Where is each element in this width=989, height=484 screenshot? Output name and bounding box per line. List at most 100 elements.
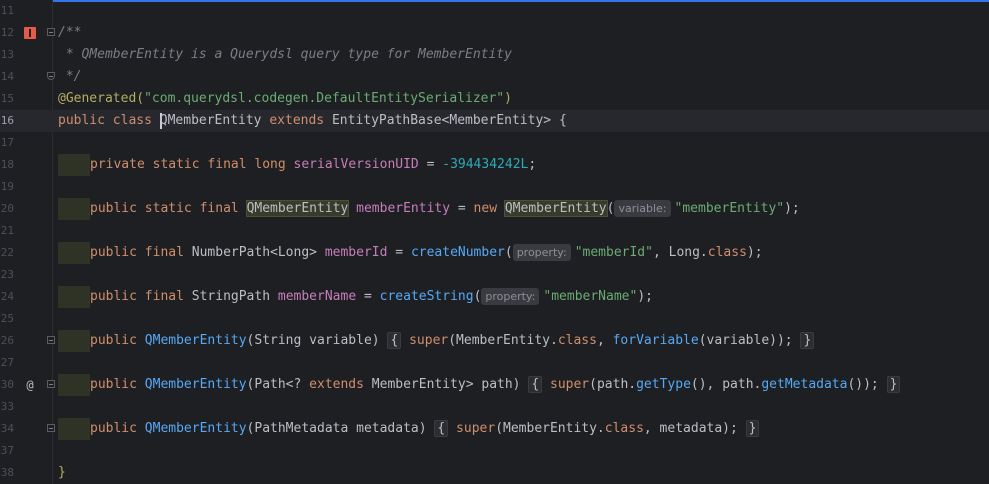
folded-close-brace[interactable]: } xyxy=(745,420,760,437)
field-name[interactable]: serialVersionUID xyxy=(294,157,419,172)
paren: ( xyxy=(606,201,615,216)
method-call[interactable]: createString xyxy=(380,289,474,304)
indent-guide xyxy=(58,374,90,396)
class-close-brace: } xyxy=(58,465,66,480)
keyword: private xyxy=(90,157,145,172)
code-line[interactable]: 15 @Generated("com.querydsl.codegen.Defa… xyxy=(0,88,989,110)
code-line[interactable]: 20 public static final QMemberEntity mem… xyxy=(0,198,989,220)
semicolon: ; xyxy=(528,157,537,172)
keyword: long xyxy=(254,157,286,172)
keyword: class xyxy=(707,245,747,260)
keyword: final xyxy=(144,289,184,304)
code-line[interactable]: 14 */ xyxy=(0,66,989,88)
code-line-current[interactable]: 16 public class QMemberEntity extends En… xyxy=(0,110,989,132)
method-call[interactable]: forVariable xyxy=(613,333,699,348)
type-name[interactable]: QMemberEntity xyxy=(245,200,350,217)
keyword: final xyxy=(144,245,184,260)
fold-marker-icon[interactable] xyxy=(47,380,55,388)
type-name[interactable]: NumberPath<Long> xyxy=(192,245,317,260)
line-number: 25 xyxy=(0,312,14,325)
code-line[interactable]: 34 public QMemberEntity(PathMetadata met… xyxy=(0,418,989,440)
code-line[interactable]: 24 public final StringPath memberName = … xyxy=(0,286,989,308)
constructor-name[interactable]: QMemberEntity xyxy=(145,377,247,392)
code-line[interactable]: 37 xyxy=(0,440,989,462)
string-literal: "com.querydsl.codegen.DefaultEntitySeria… xyxy=(144,91,505,106)
indent-guide xyxy=(58,242,90,264)
constructor-name[interactable]: QMemberEntity xyxy=(145,421,247,436)
constructor-call[interactable]: QMemberEntity xyxy=(503,200,608,217)
folded-open-brace[interactable]: { xyxy=(387,332,402,349)
type-name[interactable]: StringPath xyxy=(192,289,270,304)
line-number: 38 xyxy=(0,466,14,479)
indent-guide xyxy=(58,418,90,440)
number-literal: -394434242L xyxy=(442,157,529,172)
fold-marker-icon[interactable] xyxy=(47,28,55,36)
keyword: public xyxy=(90,201,137,216)
constructor-name[interactable]: QMemberEntity xyxy=(145,333,247,348)
code-line[interactable]: 21 xyxy=(0,220,989,242)
keyword: class xyxy=(604,421,644,436)
keyword: super xyxy=(409,333,449,348)
indent-guide xyxy=(58,330,90,352)
line-number: 30 xyxy=(0,378,14,391)
code-line[interactable]: 19 xyxy=(0,176,989,198)
line-number: 22 xyxy=(0,246,14,259)
line-number: 21 xyxy=(0,224,14,237)
parameter-hint: variable: xyxy=(614,200,671,217)
code-line[interactable]: 18 private static final long serialVersi… xyxy=(0,154,989,176)
code-line[interactable]: 13 * QMemberEntity is a Querydsl query t… xyxy=(0,44,989,66)
keyword: static xyxy=(144,201,192,216)
fold-marker-icon[interactable] xyxy=(47,424,55,432)
code-line[interactable]: 33 xyxy=(0,396,989,418)
keyword: new xyxy=(473,201,498,216)
code-line[interactable]: 12 /** xyxy=(0,22,989,44)
method-call[interactable]: getType xyxy=(636,377,691,392)
code-fragment: (MemberEntity. xyxy=(448,333,558,348)
open-brace: { xyxy=(558,113,567,128)
code-line[interactable]: 11 xyxy=(0,0,989,22)
code-line[interactable]: 17 xyxy=(0,132,989,154)
fold-marker-icon[interactable] xyxy=(47,72,55,80)
field-name[interactable]: memberId xyxy=(325,245,388,260)
code-line[interactable]: 27 xyxy=(0,352,989,374)
code-line[interactable]: 30 @ public QMemberEntity(Path<? extends… xyxy=(0,374,989,396)
code-fragment: (), path. xyxy=(690,377,762,392)
code-line[interactable]: 23 xyxy=(0,264,989,286)
superclass-name[interactable]: EntityPathBase<MemberEntity> xyxy=(332,113,551,128)
indent-guide xyxy=(58,154,90,176)
line-number: 11 xyxy=(0,4,14,17)
keyword: public xyxy=(90,245,137,260)
keyword: class xyxy=(112,113,152,128)
fold-marker-icon[interactable] xyxy=(47,336,55,344)
book-icon[interactable] xyxy=(24,27,36,39)
code-editor[interactable]: 11 12 /** 13 * QMemberEntity is a Queryd… xyxy=(0,0,989,484)
string-literal: "memberEntity" xyxy=(674,201,785,216)
code-line[interactable]: 38 } xyxy=(0,462,989,484)
line-number: 18 xyxy=(0,158,14,171)
keyword: super xyxy=(456,421,496,436)
field-name[interactable]: memberEntity xyxy=(356,201,450,216)
field-name[interactable]: memberName xyxy=(278,289,356,304)
override-at-icon[interactable]: @ xyxy=(22,374,38,396)
indent-guide xyxy=(58,198,90,220)
line-number: 19 xyxy=(0,180,14,193)
folded-close-brace[interactable]: } xyxy=(886,376,901,393)
folded-close-brace[interactable]: } xyxy=(800,332,815,349)
folded-open-brace[interactable]: { xyxy=(528,376,543,393)
code-line[interactable]: 26 public QMemberEntity(String variable)… xyxy=(0,330,989,352)
method-call[interactable]: getMetadata xyxy=(761,377,847,392)
line-number: 24 xyxy=(0,290,14,303)
doc-comment-close: */ xyxy=(58,69,82,84)
code-line[interactable]: 22 public final NumberPath<Long> memberI… xyxy=(0,242,989,264)
folded-open-brace[interactable]: { xyxy=(434,420,449,437)
code-fragment: , xyxy=(596,333,613,348)
class-name[interactable]: QMemberEntity xyxy=(160,113,262,128)
statement-end: ); xyxy=(637,289,653,304)
method-call[interactable]: createNumber xyxy=(411,245,505,260)
parameter-list: (PathMetadata metadata) xyxy=(246,421,435,436)
keyword: extends xyxy=(269,113,325,128)
code-line[interactable]: 25 xyxy=(0,308,989,330)
keyword: public xyxy=(90,333,137,348)
line-number: 20 xyxy=(0,202,14,215)
line-number: 15 xyxy=(0,92,14,105)
